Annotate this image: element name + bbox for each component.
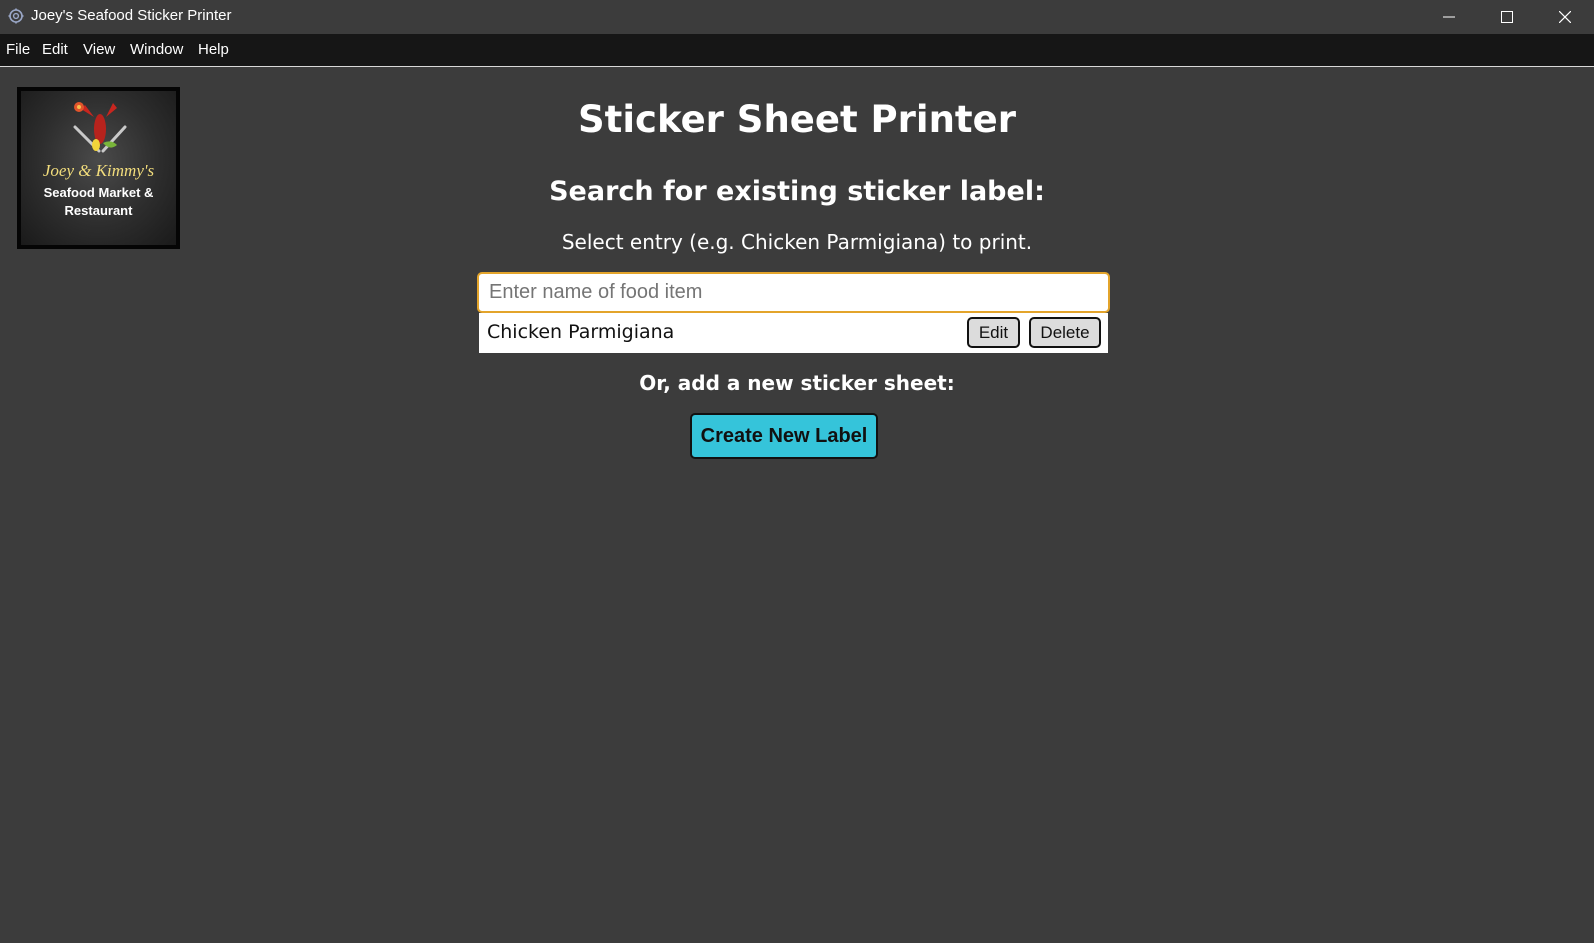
menu-file[interactable]: File <box>6 41 30 58</box>
close-icon <box>1559 11 1571 23</box>
window-title: Joey's Seafood Sticker Printer <box>31 7 232 24</box>
menu-bar: File Edit View Window Help <box>0 34 1594 67</box>
search-result-item[interactable]: Chicken Parmigiana Edit Delete <box>479 313 1108 353</box>
minimize-button[interactable] <box>1420 0 1478 34</box>
minimize-icon <box>1443 16 1455 18</box>
menu-edit[interactable]: Edit <box>42 41 68 58</box>
page-title: Sticker Sheet Printer <box>578 98 1016 141</box>
close-button[interactable] <box>1536 0 1594 34</box>
title-bar: Joey's Seafood Sticker Printer <box>0 0 1594 34</box>
food-search-input[interactable] <box>477 272 1110 313</box>
search-heading: Search for existing sticker label: <box>549 176 1045 207</box>
delete-button[interactable]: Delete <box>1029 317 1101 348</box>
maximize-button[interactable] <box>1478 0 1536 34</box>
edit-button[interactable]: Edit <box>967 317 1020 348</box>
create-new-label-button[interactable]: Create New Label <box>690 413 878 459</box>
menu-help[interactable]: Help <box>198 41 229 58</box>
maximize-icon <box>1501 11 1513 23</box>
search-hint: Select entry (e.g. Chicken Parmigiana) t… <box>561 230 1033 254</box>
add-heading: Or, add a new sticker sheet: <box>639 371 955 395</box>
result-item-name[interactable]: Chicken Parmigiana <box>487 321 674 343</box>
menu-view[interactable]: View <box>83 41 115 58</box>
app-gear-icon <box>8 8 24 24</box>
menu-window[interactable]: Window <box>130 41 183 58</box>
